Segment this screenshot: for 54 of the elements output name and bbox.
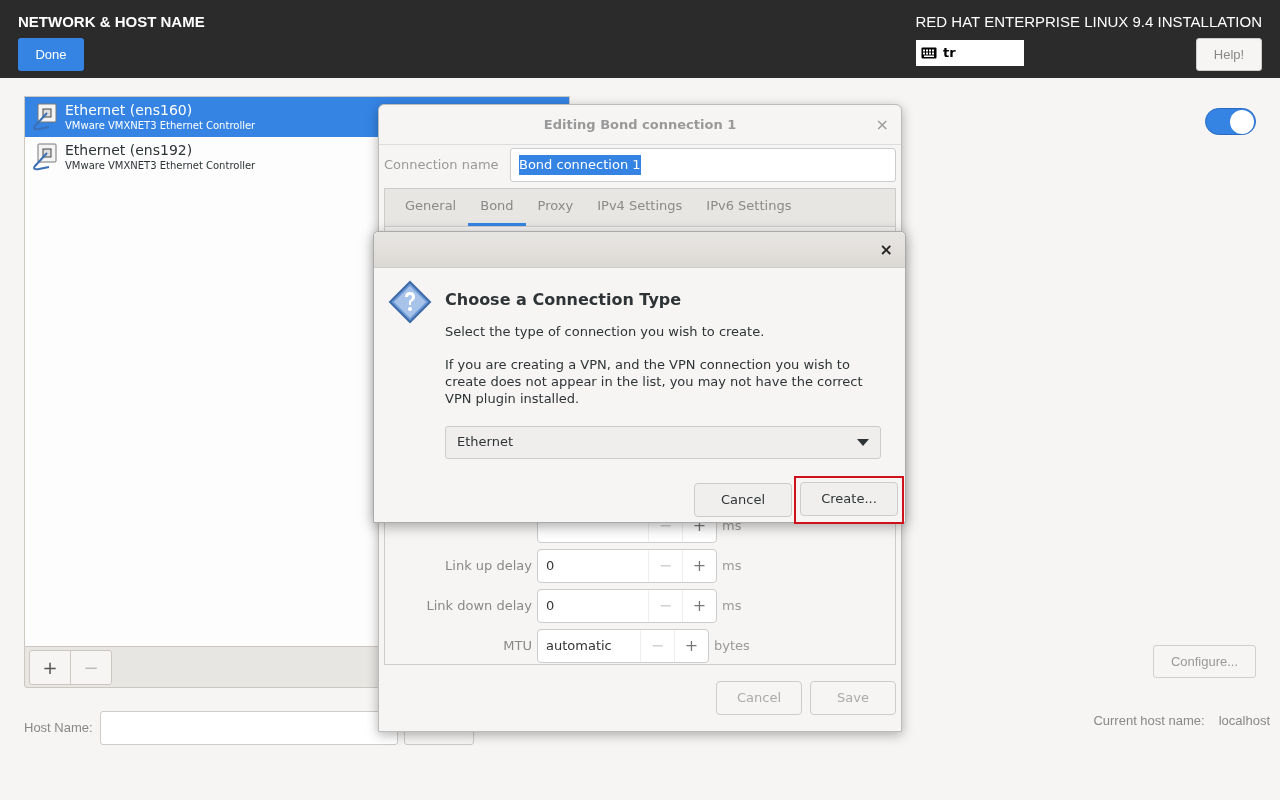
dialog-button[interactable]: Save (810, 681, 896, 715)
spin-field[interactable]: 0 − + (537, 589, 717, 623)
device-description: VMware VMXNET3 Ethernet Controller (65, 159, 256, 172)
host-name-field[interactable] (100, 711, 398, 745)
dropdown-value: Ethernet (457, 433, 513, 452)
unit-label: bytes (713, 637, 750, 656)
tab[interactable]: IPv6 Settings (694, 189, 804, 226)
spin-value: 0 (545, 597, 556, 616)
close-button[interactable]: × (879, 237, 893, 262)
spin-field[interactable]: 0 − + (537, 549, 717, 583)
connection-name-field[interactable]: Bond connection 1 (510, 148, 896, 182)
connection-type-dropdown[interactable]: Ethernet (445, 425, 881, 459)
unit-label: ms (721, 557, 742, 576)
dialog-text: Select the type of connection you wish to create. (445, 323, 766, 341)
close-button[interactable]: × (875, 113, 889, 137)
increase-button[interactable]: + (674, 630, 708, 662)
device-name: Ethernet (ens192) (65, 142, 194, 159)
increase-button[interactable]: + (682, 550, 716, 582)
device-name: Ethernet (ens160) (65, 102, 194, 119)
setting-label: Link down delay (425, 597, 533, 616)
unit-label: ms (721, 517, 742, 536)
dropdown-caret-icon (857, 438, 869, 446)
increase-button[interactable]: + (682, 590, 716, 622)
add-button[interactable]: + (30, 650, 71, 684)
done-button[interactable]: Done (18, 38, 84, 71)
device-switch[interactable] (1205, 108, 1256, 135)
product-title: RED HAT ENTERPRISE LINUX 9.4 INSTALLATION (915, 12, 1262, 32)
setting-label: Link up delay (444, 557, 533, 576)
unit-label: ms (721, 597, 742, 616)
host-name-label: Host Name: (24, 719, 94, 738)
keyboard-icon (921, 47, 937, 59)
dialog-button[interactable]: Cancel (694, 482, 792, 517)
connection-name-value: Bond connection 1 (519, 155, 641, 175)
setting-label: MTU (502, 637, 533, 656)
connection-name-label: Connection name (384, 156, 500, 175)
spin-value: automatic (545, 637, 613, 656)
tab[interactable]: General (393, 189, 469, 226)
device-description: VMware VMXNET3 Ethernet Controller (65, 119, 256, 132)
spin-field[interactable]: automatic − + (537, 629, 709, 663)
keyboard-layout: tr (943, 44, 956, 63)
configure-button[interactable]: Configure... (1153, 645, 1256, 678)
dialog-button[interactable]: Cancel (716, 681, 802, 715)
spin-value: 0 (545, 557, 556, 576)
page-title: NETWORK & HOST NAME (18, 12, 205, 32)
help-button[interactable]: Help! (1196, 38, 1262, 71)
dialog-note: If you are creating a VPN, and the VPN connection you wish to create does not appear in the list, you may not have the correct VPN plugin installed. (445, 355, 864, 407)
tab[interactable]: Proxy (525, 189, 586, 226)
current-host-name-label: Current host name: (1093, 712, 1205, 730)
tab[interactable]: IPv4 Settings (585, 189, 695, 226)
question-icon (388, 280, 432, 324)
current-host-name: localhost (1218, 712, 1270, 730)
keyboard-layout-indicator[interactable]: tr (916, 40, 1024, 66)
dialog-heading: Choose a Connection Type (445, 289, 683, 311)
dialog-button[interactable]: Create... (800, 481, 898, 516)
